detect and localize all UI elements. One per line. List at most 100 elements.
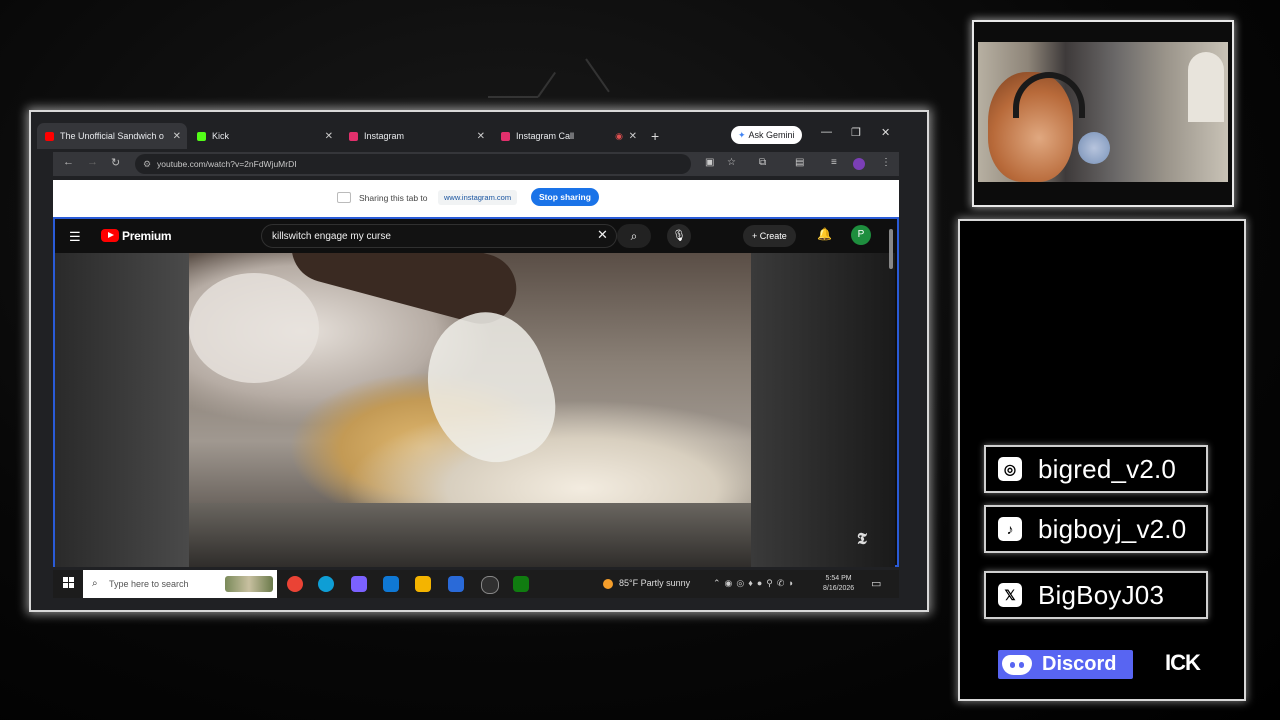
clock-date: 8/16/2026 (823, 585, 855, 592)
background-line (537, 71, 557, 98)
webcam-feed (978, 42, 1228, 182)
tab-sharing-bar: Sharing this tab to www.instagram.com St… (53, 180, 899, 217)
youtube-page: ☰ Premium killswitch engage my curse ✕ ⌕… (53, 217, 899, 567)
close-window-icon[interactable]: ✕ (881, 126, 890, 139)
extensions-icon[interactable]: ⧉ (759, 157, 766, 168)
clock-time: 5:54 PM (825, 575, 852, 582)
instagram-icon: ◎ (998, 457, 1022, 481)
x-logo-icon: 𝕏 (998, 583, 1022, 607)
hamburger-menu-icon[interactable]: ☰ (69, 229, 81, 245)
more-menu-icon[interactable]: ⋮ (881, 157, 891, 168)
edge-icon[interactable] (318, 576, 334, 592)
tiktok-handle: bigboyj_v2.0 (1038, 513, 1187, 544)
gemini-label: Ask Gemini (748, 130, 795, 140)
minimize-icon[interactable]: — (821, 126, 832, 138)
stop-sharing-button[interactable]: Stop sharing (531, 188, 599, 206)
address-bar[interactable]: ⚙ youtube.com/watch?v=2nFdWjuMrDI (135, 154, 691, 174)
weather-text: 85°F Partly sunny (619, 578, 691, 588)
tab-search-icon[interactable]: ▤ (795, 157, 804, 168)
cast-icon[interactable]: ▣ (705, 157, 714, 168)
youtube-favicon-icon (45, 131, 54, 141)
youtube-search-input[interactable]: killswitch engage my curse (261, 224, 617, 248)
create-button[interactable]: + Create (743, 225, 796, 247)
video-frame-tray (189, 503, 751, 567)
close-tab-icon[interactable]: ✕ (477, 131, 485, 142)
tab-strip: The Unofficial Sandwich o ✕ Kick ✕ Insta… (37, 122, 921, 150)
tab-label: Instagram (364, 131, 405, 141)
video-player[interactable] (189, 253, 751, 567)
x-handle-card: 𝕏 BigBoyJ03 (984, 571, 1208, 619)
plus-icon: + (752, 231, 760, 241)
restore-icon[interactable]: ❐ (851, 126, 861, 139)
account-avatar[interactable]: P (851, 225, 871, 245)
system-tray-icons[interactable]: ⌃◉◎♦●⚲✆◗ (713, 578, 798, 589)
browser-toolbar: ← → ↻ ⚙ youtube.com/watch?v=2nFdWjuMrDI … (53, 152, 899, 176)
search-icon: ⌕ (92, 578, 98, 589)
tiktok-handle-card: ♪ bigboyj_v2.0 (984, 505, 1208, 553)
create-label: Create (759, 231, 787, 241)
weather-widget[interactable]: 85°F Partly sunny (603, 578, 690, 589)
ask-gemini-button[interactable]: ✦ Ask Gemini (731, 126, 802, 144)
discord-label: Discord (1042, 653, 1117, 675)
tab-kick[interactable]: Kick ✕ (189, 123, 339, 149)
tab-label: Instagram Call (516, 131, 575, 141)
tab-instagram[interactable]: Instagram ✕ (341, 123, 491, 149)
taskbar-clock[interactable]: 5:54 PM 8/16/2026 (823, 574, 854, 594)
background-line (488, 96, 538, 98)
forward-icon[interactable]: → (87, 156, 98, 168)
tab-youtube[interactable]: The Unofficial Sandwich o ✕ (37, 123, 187, 149)
voice-search-icon[interactable]: 🎙 (667, 224, 691, 248)
kick-favicon-icon (197, 131, 206, 141)
reading-list-icon[interactable]: ≡ (831, 157, 837, 168)
youtube-logo-icon[interactable] (101, 229, 119, 242)
xbox-icon[interactable] (513, 576, 529, 592)
video-frame-glove (406, 297, 572, 479)
taskbar-search-box[interactable]: ⌕ Type here to search (83, 570, 277, 598)
video-frame-glove (189, 273, 319, 383)
instagram-handle: bigred_v2.0 (1038, 453, 1177, 484)
back-icon[interactable]: ← (63, 156, 74, 168)
webcam-object (1078, 132, 1110, 164)
notifications-bell-icon[interactable]: 🔔 (817, 227, 832, 241)
copilot-icon[interactable] (351, 576, 367, 592)
windows-start-icon[interactable] (63, 577, 75, 589)
page-scrollbar[interactable] (889, 229, 893, 269)
tab-instagram-call[interactable]: Instagram Call ◉ ✕ (493, 123, 643, 149)
browser-capture-frame: The Unofficial Sandwich o ✕ Kick ✕ Insta… (29, 110, 929, 612)
close-tab-icon[interactable]: ✕ (629, 131, 637, 142)
outlook-icon[interactable] (383, 576, 399, 592)
webcam-background-shelf (1188, 52, 1224, 122)
background-line (585, 58, 610, 93)
recording-icon: ◉ (615, 130, 623, 141)
search-placeholder: Type here to search (109, 579, 189, 589)
url-text: youtube.com/watch?v=2nFdWjuMrDI (157, 159, 297, 169)
youtube-header: ☰ Premium killswitch engage my curse ✕ ⌕… (55, 219, 897, 253)
clear-search-icon[interactable]: ✕ (597, 227, 608, 243)
kick-logo: ICK (1165, 650, 1201, 675)
obs-icon[interactable] (481, 576, 499, 594)
discord-badge: Discord (998, 650, 1133, 679)
sharing-target[interactable]: www.instagram.com (438, 190, 518, 205)
partly-sunny-icon (603, 578, 613, 589)
tiktok-icon: ♪ (998, 517, 1022, 541)
close-tab-icon[interactable]: ✕ (173, 131, 181, 142)
file-explorer-icon[interactable] (415, 576, 431, 592)
discord-logo-icon (1002, 654, 1032, 675)
x-handle: BigBoyJ03 (1038, 579, 1165, 610)
video-pillarbox-right (751, 253, 895, 567)
reload-icon[interactable]: ↻ (111, 156, 120, 169)
screen-share-icon (337, 192, 351, 203)
notifications-icon[interactable]: ▭ (871, 577, 881, 590)
bookmark-star-icon[interactable]: ☆ (727, 157, 736, 168)
close-tab-icon[interactable]: ✕ (325, 131, 333, 142)
youtube-brand[interactable]: Premium (122, 229, 172, 243)
video-pillarbox-left (55, 253, 189, 567)
chrome-icon[interactable] (287, 576, 303, 592)
gemini-sparkle-icon: ✦ (738, 129, 746, 140)
profile-avatar[interactable] (853, 158, 865, 170)
site-info-icon[interactable]: ⚙ (143, 154, 151, 174)
search-button[interactable]: ⌕ (617, 224, 651, 248)
store-icon[interactable] (448, 576, 464, 592)
new-tab-button[interactable]: + (651, 128, 659, 144)
tab-label: The Unofficial Sandwich o (60, 131, 164, 141)
